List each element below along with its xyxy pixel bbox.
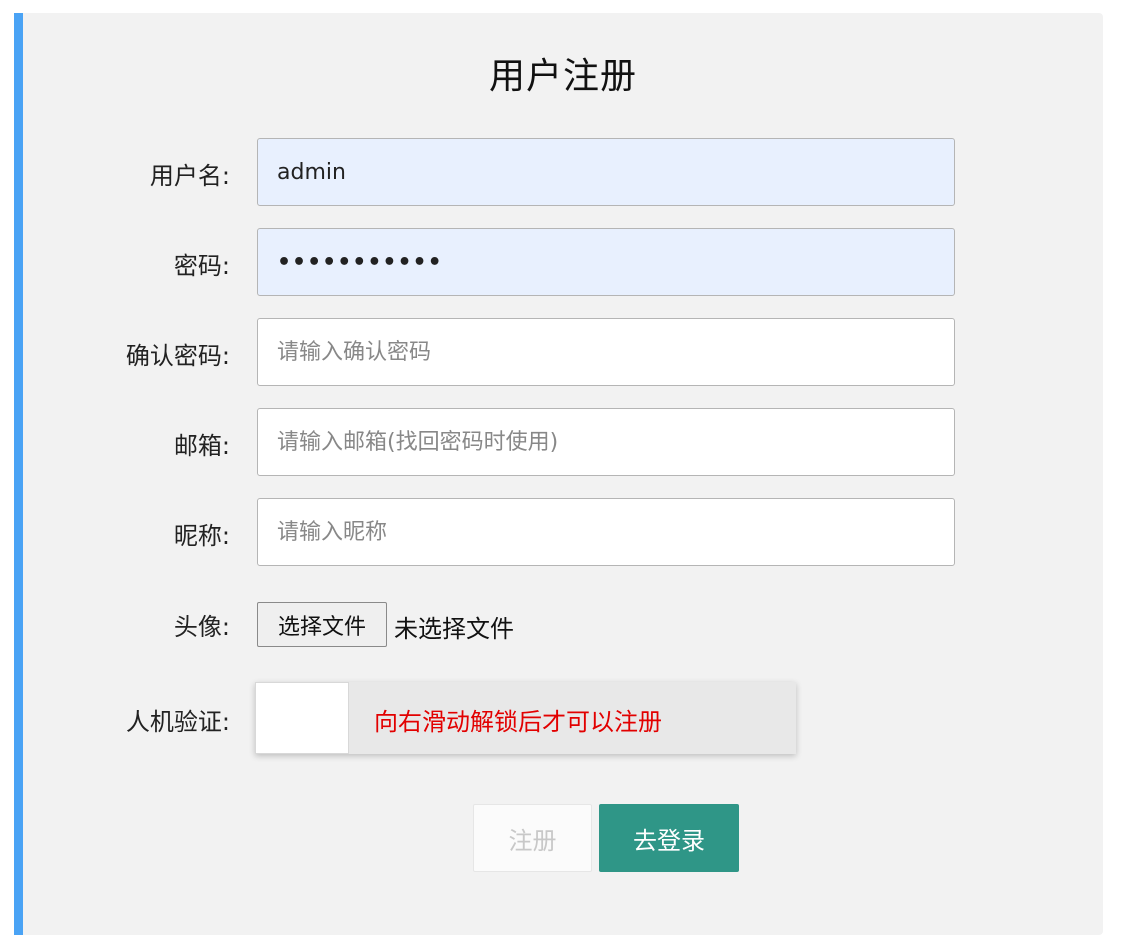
captcha-label: 人机验证: <box>125 708 230 736</box>
avatar-label: 头像: <box>173 613 230 641</box>
confirm-password-input[interactable] <box>257 318 955 386</box>
confirm-password-label: 确认密码: <box>125 342 230 370</box>
nickname-input[interactable] <box>257 498 955 566</box>
go-login-button[interactable]: 去登录 <box>599 804 739 872</box>
file-status-text: 未选择文件 <box>394 615 514 643</box>
username-label: 用户名: <box>149 162 230 190</box>
register-button[interactable]: 注册 <box>473 804 592 872</box>
page-title: 用户注册 <box>488 56 637 97</box>
email-label: 邮箱: <box>173 432 230 460</box>
slider-handle[interactable] <box>255 682 349 754</box>
choose-file-button[interactable]: 选择文件 <box>257 602 387 647</box>
password-input[interactable] <box>257 228 955 296</box>
email-input[interactable] <box>257 408 955 476</box>
username-input[interactable] <box>257 138 955 206</box>
slider-hint-text: 向右滑动解锁后才可以注册 <box>374 708 662 736</box>
password-label: 密码: <box>173 252 230 280</box>
captcha-slider: 向右滑动解锁后才可以注册 <box>255 682 796 754</box>
nickname-label: 昵称: <box>173 522 230 550</box>
register-panel: 用户注册 用户名: 密码: 确认密码: 邮箱: 昵称: 头像: 选择文件 未选择… <box>14 13 1103 935</box>
